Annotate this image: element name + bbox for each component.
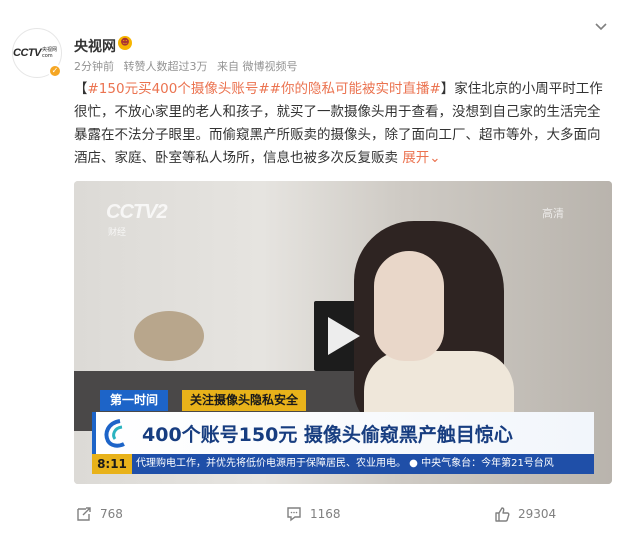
video-headline: 400个账号150元 摄像头偷窥黑产触目惊心 <box>142 424 513 446</box>
ticker-text: 代理购电工作，并优先将低价电源用于保障居民、农业用电。 ● 中央气象台：今年第2… <box>136 458 554 469</box>
action-bar: 768 1168 29304 <box>0 494 618 534</box>
weibo-post-card: CCTV 央视网com ✓ 央视网 ☻ 2分钟前 转赞人数超过3万 来自 微博视… <box>0 0 618 534</box>
chevron-down-icon[interactable] <box>594 22 608 32</box>
news-ticker: 8:11 代理购电工作，并优先将低价电源用于保障居民、农业用电。 ● 中央气象台… <box>92 454 594 474</box>
reposts-summary: 转赞人数超过3万 <box>123 60 208 73</box>
comment-button[interactable]: 1168 <box>286 504 341 524</box>
comment-count: 1168 <box>310 507 341 521</box>
post-meta: 2分钟前 转赞人数超过3万 来自 微博视频号 <box>74 58 304 74</box>
author-name[interactable]: 央视网 <box>74 36 116 56</box>
cctv-watermark: CCTV2 <box>106 201 168 223</box>
ticker-time: 8:11 <box>92 454 132 474</box>
post-source[interactable]: 来自 微博视频号 <box>217 60 298 73</box>
cctv-watermark-sub: 财经 <box>108 228 127 238</box>
repost-button[interactable]: 768 <box>76 504 123 524</box>
video-frame-person-face <box>374 251 444 361</box>
post-time[interactable]: 2分钟前 <box>74 60 114 73</box>
bracket-open: 【 <box>74 81 88 97</box>
verified-badge-icon: ✓ <box>48 64 62 78</box>
repost-count: 768 <box>100 507 123 521</box>
thumbs-up-icon <box>495 507 510 522</box>
expand-chevron-icon[interactable]: ⌄ <box>429 150 440 166</box>
program-tag: 第一时间 <box>100 390 169 411</box>
avatar-logo-text: CCTV <box>13 47 41 59</box>
cctv-swirl-icon <box>104 419 125 448</box>
like-count: 29304 <box>518 507 557 521</box>
expand-link[interactable]: 展开 <box>402 150 429 166</box>
hashtag-link[interactable]: #150元买400个摄像头账号# <box>88 81 270 97</box>
topic-tag: 关注摄像头隐私安全 <box>182 390 307 411</box>
play-icon[interactable] <box>314 309 368 363</box>
like-button[interactable]: 29304 <box>494 504 556 524</box>
avatar-sub-text: 央视网com <box>41 47 57 59</box>
comment-icon <box>287 507 301 522</box>
corner-mark: 高清 <box>542 207 564 220</box>
hashtag-link[interactable]: #你的隐私可能被实时直播# <box>270 81 441 97</box>
bracket-close: 】 <box>440 81 455 97</box>
video-frame-pillow <box>134 311 204 361</box>
vip-emoji-icon: ☻ <box>118 36 132 50</box>
video-player[interactable]: CCTV2 财经 高清 第一时间 关注摄像头隐私安全 400个账号150元 摄像… <box>74 181 612 484</box>
post-text: 【#150元买400个摄像头账号##你的隐私可能被实时直播#】家住北京的小周平时… <box>74 78 606 170</box>
repost-icon <box>77 507 91 521</box>
